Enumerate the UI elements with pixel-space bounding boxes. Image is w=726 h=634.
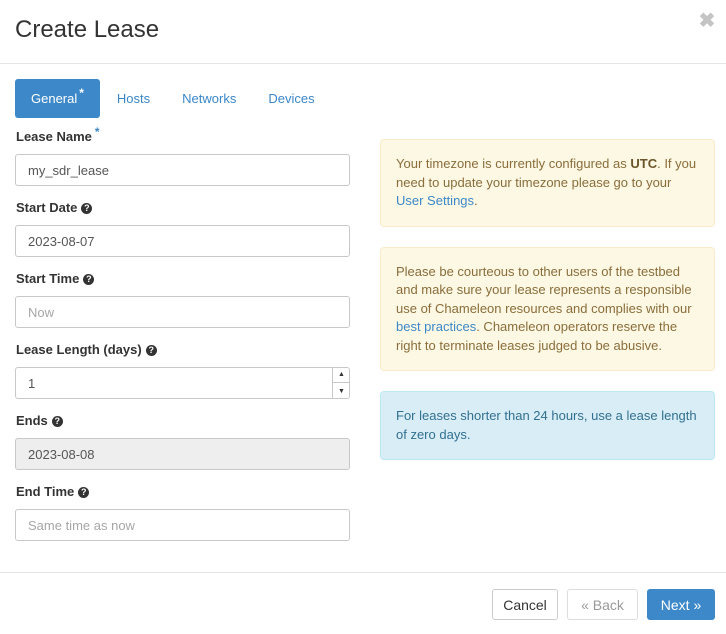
- end-time-label: End Time ?: [16, 481, 350, 503]
- start-date-label: Start Date ?: [16, 197, 350, 219]
- end-time-label-text: End Time: [16, 484, 75, 499]
- tab-devices[interactable]: Devices: [253, 79, 329, 118]
- alert-text: Please be courteous to other users of th…: [396, 263, 692, 316]
- start-time-group: Start Time ?: [15, 268, 350, 339]
- start-date-input[interactable]: [15, 225, 350, 257]
- required-marker: *: [79, 86, 84, 100]
- increment-icon[interactable]: ▲: [333, 367, 350, 383]
- alert-text: Your timezone is currently configured as: [396, 156, 631, 171]
- next-button[interactable]: Next »: [647, 589, 715, 620]
- courtesy-alert: Please be courteous to other users of th…: [380, 246, 715, 371]
- timezone-value: UTC: [630, 156, 658, 171]
- tab-general[interactable]: General *: [15, 79, 100, 118]
- user-settings-link[interactable]: User Settings: [396, 193, 474, 208]
- timezone-alert: Your timezone is currently configured as…: [380, 139, 715, 227]
- close-icon[interactable]: ✖: [698, 11, 716, 31]
- start-date-group: Start Date ?: [15, 197, 350, 268]
- lease-form: Lease Name * Start Date ? Start Time ? L…: [15, 125, 350, 552]
- start-time-label: Start Time ?: [16, 268, 350, 290]
- lease-length-group: Lease Length (days) ? ▲ ▼: [15, 339, 350, 410]
- lease-length-input[interactable]: [15, 367, 350, 399]
- help-icon[interactable]: ?: [51, 415, 63, 427]
- start-time-label-text: Start Time: [16, 271, 80, 286]
- lease-length-stepper: ▲ ▼: [15, 367, 350, 399]
- end-time-group: End Time ?: [15, 481, 350, 552]
- help-icon[interactable]: ?: [81, 202, 93, 214]
- modal-header: Create Lease ✖: [0, 0, 726, 64]
- tab-hosts[interactable]: Hosts: [102, 79, 165, 118]
- modal-footer: Cancel « Back Next »: [0, 572, 726, 634]
- help-icon[interactable]: ?: [78, 486, 90, 498]
- alert-text: For leases shorter than 24 hours, use a …: [396, 408, 697, 442]
- ends-group: Ends ?: [15, 410, 350, 481]
- tab-general-label: General: [31, 91, 78, 106]
- help-icon[interactable]: ?: [83, 273, 95, 285]
- tab-networks[interactable]: Networks: [167, 79, 251, 118]
- end-time-input[interactable]: [15, 509, 350, 541]
- decrement-icon[interactable]: ▼: [333, 383, 350, 399]
- ends-label: Ends ?: [16, 410, 350, 432]
- modal-title: Create Lease: [15, 16, 160, 43]
- tab-bar: General * Hosts Networks Devices: [15, 79, 332, 118]
- start-date-label-text: Start Date: [16, 200, 78, 215]
- lease-name-label-text: Lease Name: [16, 129, 92, 144]
- required-marker: *: [94, 125, 100, 139]
- help-icon[interactable]: ?: [145, 344, 157, 356]
- lease-name-input[interactable]: [15, 154, 350, 186]
- alert-text: .: [474, 193, 478, 208]
- best-practices-link[interactable]: best practices: [396, 319, 476, 334]
- back-button[interactable]: « Back: [567, 589, 638, 620]
- lease-name-label: Lease Name *: [16, 125, 350, 148]
- lease-length-label: Lease Length (days) ?: [16, 339, 350, 361]
- start-time-input[interactable]: [15, 296, 350, 328]
- ends-input: [15, 438, 350, 470]
- lease-length-info-alert: For leases shorter than 24 hours, use a …: [380, 391, 715, 460]
- lease-length-label-text: Lease Length (days): [16, 342, 142, 357]
- spinner: ▲ ▼: [332, 367, 350, 399]
- lease-name-group: Lease Name *: [15, 125, 350, 197]
- cancel-button[interactable]: Cancel: [492, 589, 558, 620]
- ends-label-text: Ends: [16, 413, 48, 428]
- info-column: Your timezone is currently configured as…: [380, 139, 715, 480]
